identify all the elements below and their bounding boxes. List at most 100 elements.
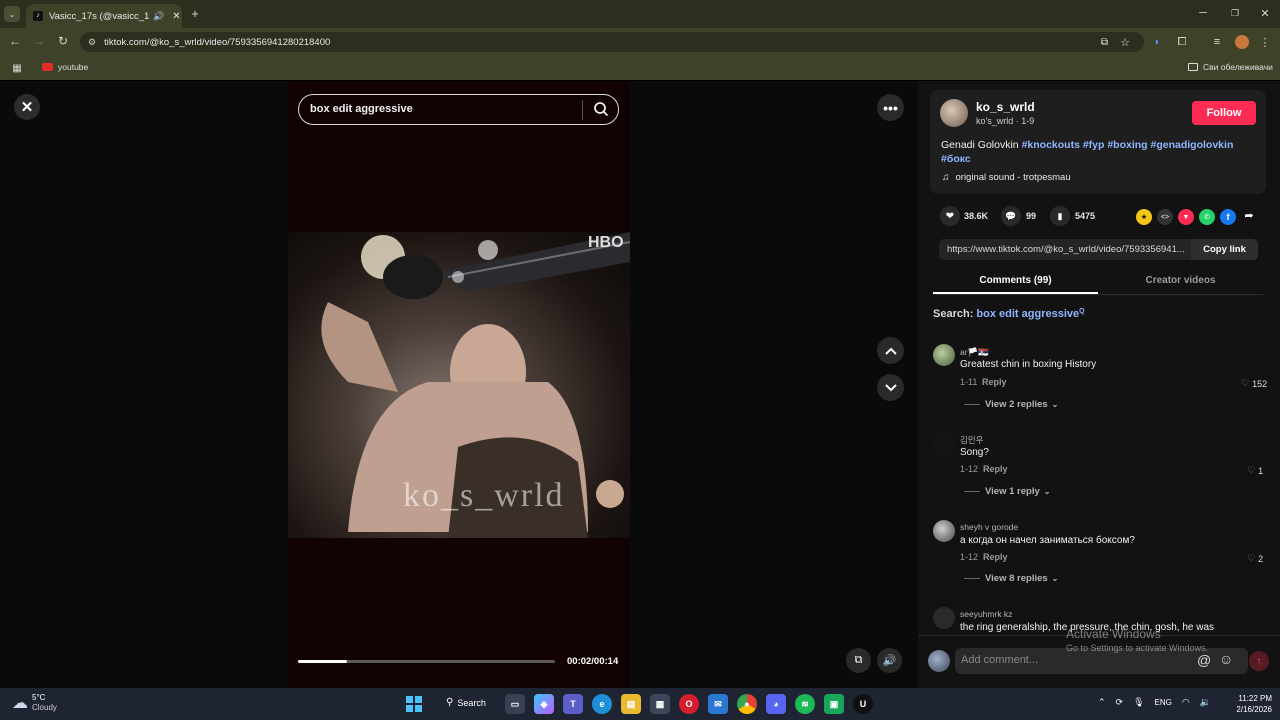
bookmarks-bar: ▦ youtube Сви обележивачи (0, 56, 1280, 80)
reply-button[interactable]: Reply (983, 552, 1008, 562)
mail-icon[interactable]: ✉ (708, 694, 728, 714)
reply-button[interactable]: Reply (982, 377, 1007, 387)
back-icon[interactable]: ← (8, 34, 22, 48)
sync-icon[interactable]: ⟳ (1116, 697, 1124, 708)
my-avatar[interactable] (928, 650, 950, 672)
microphone-icon[interactable]: 🎙 (1133, 697, 1144, 708)
speaker-icon[interactable]: 🔉 (1200, 697, 1211, 708)
wifi-icon[interactable]: ◠ (1182, 697, 1190, 708)
author-username[interactable]: ko_s_wrld (976, 100, 1035, 114)
avatar[interactable] (933, 607, 955, 629)
apps-grid-icon[interactable]: ▦ (10, 61, 24, 75)
save-count: 5475 (1075, 211, 1096, 221)
extension-icon[interactable]: ◗ (1150, 35, 1164, 49)
view-replies-button[interactable]: View 1 reply ⌄ (964, 486, 1050, 497)
comment-like[interactable]: ♡ 152 (1241, 378, 1267, 389)
file-explorer-icon[interactable]: ▤ (621, 694, 641, 714)
forward-icon[interactable]: → (32, 34, 46, 48)
copilot-icon[interactable]: ◆ (534, 694, 554, 714)
opera-icon[interactable]: O (679, 694, 699, 714)
browser-tab[interactable]: ♪ Vasicc_17s (@vasicc_17s) | 🔊 ✕ (26, 4, 182, 28)
browser-menu-icon[interactable]: ⋮ (1259, 35, 1271, 49)
next-video-button[interactable] (877, 374, 904, 401)
reply-button[interactable]: Reply (983, 464, 1008, 474)
author-avatar[interactable] (940, 99, 968, 127)
tray-overflow-icon[interactable]: ⌃ (1098, 697, 1106, 708)
save-action[interactable]: ▮ 5475 (1050, 206, 1095, 226)
mention-icon[interactable]: @ (1197, 652, 1211, 668)
spotify-icon[interactable]: ≋ (795, 694, 815, 714)
comment-author[interactable]: sheyh v gorode (960, 522, 1018, 532)
caption-hashtags[interactable]: #knockouts #fyp #boxing #genadigolovkin (1022, 139, 1234, 151)
bookmark-star-icon[interactable]: ☆ (1120, 36, 1130, 49)
follow-button[interactable]: Follow (1192, 101, 1256, 125)
reading-list-icon[interactable]: ≡ (1210, 35, 1224, 49)
taskbar-search[interactable]: ⚲ Search (446, 697, 486, 708)
caption-hashtag-box[interactable]: #бокс (941, 153, 971, 165)
whatsapp-icon[interactable]: ✆ (1199, 209, 1215, 225)
edge-icon[interactable]: e (592, 694, 612, 714)
reload-icon[interactable]: ↻ (56, 34, 70, 48)
profile-avatar[interactable] (1235, 35, 1249, 49)
embed-icon[interactable]: <> (1157, 209, 1173, 225)
all-bookmarks[interactable]: Сви обележивачи (1188, 62, 1273, 72)
sound-row[interactable]: ♫ original sound - trotpesmau (942, 172, 1071, 183)
share-link-text[interactable]: https://www.tiktok.com/@ko_s_wrld/video/… (947, 244, 1185, 255)
install-app-icon[interactable]: ⧉ (1101, 37, 1108, 48)
more-options-button[interactable]: ••• (877, 94, 904, 121)
unreal-icon[interactable]: U (853, 694, 873, 714)
extensions-puzzle-icon[interactable]: ⧠ (1175, 35, 1189, 49)
video-frame[interactable]: HBO ko_s_wrld (288, 232, 630, 538)
post-comment-button[interactable]: ↑ (1249, 651, 1269, 671)
repost-icon[interactable]: ★ (1136, 209, 1152, 225)
view-replies-button[interactable]: View 8 replies ⌄ (964, 573, 1058, 584)
video-search-input[interactable]: box edit aggressive (298, 94, 619, 125)
comment-author[interactable]: 김민우 (960, 434, 983, 446)
new-tab-icon[interactable]: + (188, 6, 202, 21)
teams-icon[interactable]: T (563, 694, 583, 714)
close-window-icon[interactable]: ✕ (1258, 6, 1272, 20)
like-action[interactable]: ❤ 38.6K (940, 206, 988, 226)
chrome-icon[interactable]: ● (737, 694, 757, 714)
avatar[interactable] (933, 520, 955, 542)
tab-comments[interactable]: Comments (99) (933, 275, 1098, 286)
tab-search-icon[interactable]: ⌄ (4, 6, 20, 22)
avatar[interactable] (933, 344, 955, 366)
tab-close-icon[interactable]: ✕ (172, 11, 180, 22)
share-arrow-icon[interactable]: ➦ (1241, 209, 1257, 225)
clock[interactable]: 11:22 PM 2/16/2026 (1226, 693, 1272, 715)
mini-player-button[interactable]: ⧉ (846, 648, 871, 673)
search-icon[interactable] (592, 100, 610, 118)
avatar[interactable] (933, 433, 955, 455)
bookmark-youtube[interactable]: youtube (42, 62, 88, 72)
close-player-button[interactable]: ✕ (14, 94, 40, 120)
discord-icon[interactable]: ◕ (766, 694, 786, 714)
comment-author[interactable]: ar🏳️🇷🇸 (960, 347, 989, 358)
progress-bar[interactable] (298, 660, 555, 663)
task-view-icon[interactable]: ▭ (505, 694, 525, 714)
volume-button[interactable]: 🔊 (877, 648, 902, 673)
comment-like[interactable]: ♡ 1 (1247, 465, 1263, 476)
copy-link-button[interactable]: Copy link (1191, 239, 1258, 260)
weather-widget[interactable]: ☁ 5°C Cloudy (12, 693, 57, 713)
restore-icon[interactable]: ❐ (1228, 6, 1242, 20)
game-app-icon[interactable]: ▣ (824, 694, 844, 714)
site-info-icon[interactable]: ⚙ (88, 37, 96, 48)
taskbar-apps: ▭ ◆ T e ▤ ▦ O ✉ ● ◕ ≋ ▣ U (505, 694, 873, 714)
emoji-icon[interactable]: ☺ (1219, 651, 1233, 667)
comment-author[interactable]: seeyuhmrk kz (960, 609, 1012, 619)
send-icon[interactable]: ▼ (1178, 209, 1194, 225)
view-replies-button[interactable]: View 2 replies ⌄ (964, 399, 1058, 410)
previous-video-button[interactable] (877, 337, 904, 364)
comment-like[interactable]: ♡ 2 (1247, 553, 1263, 564)
language-indicator[interactable]: ENG (1155, 698, 1172, 707)
facebook-icon[interactable]: f (1220, 209, 1236, 225)
comment-action[interactable]: 💬 99 (1001, 206, 1036, 226)
address-bar[interactable]: ⚙ tiktok.com/@ko_s_wrld/video/7593356941… (80, 32, 1144, 52)
store-icon[interactable]: ▦ (650, 694, 670, 714)
start-button[interactable] (406, 696, 422, 712)
tab-audio-icon[interactable]: 🔊 (153, 11, 164, 22)
search-banner-term[interactable]: box edit aggressive (976, 308, 1079, 320)
minimize-icon[interactable]: ─ (1196, 6, 1210, 20)
tab-creator-videos[interactable]: Creator videos (1098, 275, 1263, 286)
